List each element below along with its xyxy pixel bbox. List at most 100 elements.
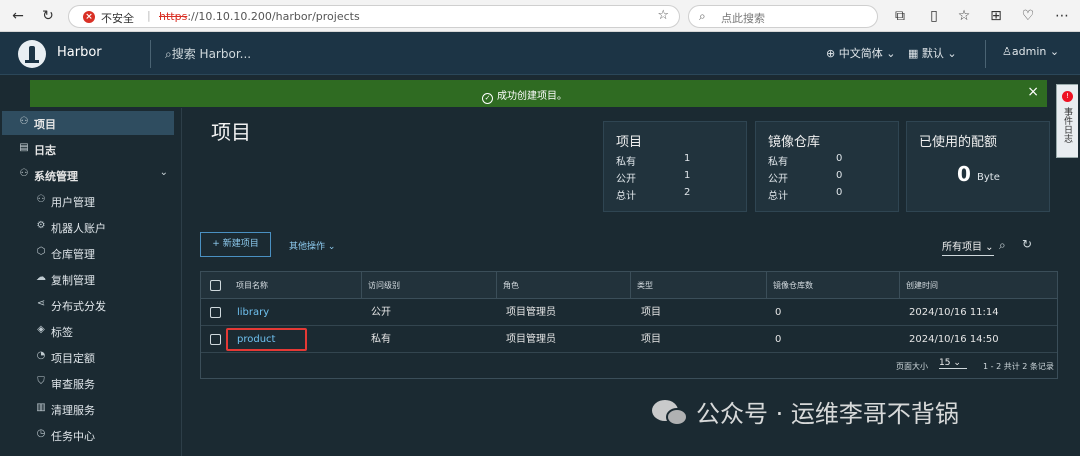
collections-icon[interactable]: ⊞ [986, 6, 1006, 26]
header-divider [985, 40, 986, 68]
repo-count: 0 [775, 334, 782, 345]
row-checkbox[interactable] [210, 334, 221, 345]
close-icon[interactable]: × [1027, 84, 1039, 100]
clean-icon: ▥ [36, 402, 46, 413]
distribution-icon: ⋖ [36, 298, 46, 309]
banner-text: 成功创建项目。 [497, 91, 567, 102]
sidebar-item-admin[interactable]: ⚇ 系统管理 ⌄ [2, 163, 174, 187]
chevron-down-icon: ⌄ [982, 242, 994, 253]
event-log-label: 事件日志 [1062, 107, 1072, 143]
sidebar-item-registries[interactable]: ⬡ 仓库管理 [2, 240, 174, 264]
chevron-down-icon: ⌄ [159, 167, 168, 178]
sidebar-item-label: 日志 [34, 144, 56, 157]
card-title: 项目 [616, 135, 643, 150]
browser-search[interactable]: ⌕ 点此搜索 [688, 5, 878, 28]
tag-icon: ◈ [37, 324, 45, 335]
total-label: 总计 [616, 191, 636, 202]
sidebar-item-clean[interactable]: ▥ 清理服务 [2, 396, 174, 420]
project-name-link[interactable]: library [237, 299, 269, 326]
favorites-icon[interactable]: ☆ [954, 6, 974, 26]
browser-search-placeholder: 点此搜索 [721, 12, 765, 25]
project-filter-select[interactable]: 所有项目 ⌄ [942, 238, 994, 256]
card-title: 已使用的配额 [919, 135, 998, 150]
table-row[interactable]: library 公开 项目管理员 项目 0 2024/10/16 11:14 [201, 299, 1057, 326]
column-header-repo-count[interactable]: 镜像仓库数 [766, 272, 813, 299]
column-header-role[interactable]: 角色 [496, 272, 519, 299]
sidebar-item-projects[interactable]: ⚇ 项目 [2, 111, 174, 135]
sidebar-item-users[interactable]: ⚇ 用户管理 [2, 188, 174, 212]
favorite-star-icon[interactable]: ☆ [657, 8, 669, 23]
page-size-value: 15 [939, 358, 951, 368]
event-log-tab[interactable]: ! 事件日志 [1056, 84, 1078, 158]
user-name: admin [1011, 45, 1047, 58]
banner-message: ✓ 成功创建项目。 [482, 87, 567, 104]
globe-icon: ⊕ [826, 47, 839, 60]
sidebar-item-label: 审查服务 [51, 378, 95, 391]
user-menu[interactable]: ♙admin ⌄ [1002, 45, 1059, 58]
page-size-label: 页面大小 [896, 362, 928, 371]
brand-name[interactable]: Harbor [57, 45, 102, 60]
theme-selector[interactable]: ▦ 默认 ⌄ [908, 45, 957, 61]
page-size-select[interactable]: 15 ⌄ [939, 358, 967, 369]
select-all-checkbox[interactable] [210, 280, 221, 291]
sidebar-item-label: 标签 [51, 326, 73, 339]
private-label: 私有 [768, 157, 788, 168]
sidebar-item-jobs[interactable]: ◷ 任务中心 [2, 422, 174, 446]
split-screen-icon[interactable]: ▯ [924, 6, 944, 26]
address-bar[interactable]: × 不安全 | https://10.10.10.200/harbor/proj… [68, 5, 680, 28]
quota-unit: Byte [977, 172, 1000, 183]
project-filter-value: 所有项目 [942, 242, 982, 253]
sidebar-item-quotas[interactable]: ◔ 项目定额 [2, 344, 174, 368]
creation-time: 2024/10/16 14:50 [909, 334, 999, 345]
access-level: 公开 [371, 307, 391, 318]
back-icon[interactable]: ← [8, 6, 28, 26]
alert-badge: ! [1062, 91, 1073, 102]
admin-icon: ⚇ [19, 168, 29, 179]
watermark-text: 公众号 · 运维李哥不背锅 [696, 400, 959, 428]
page-title: 项目 [211, 120, 251, 144]
role: 项目管理员 [506, 334, 556, 345]
search-icon: ⌕ [165, 47, 172, 61]
calendar-icon: ▦ [908, 47, 922, 60]
harbor-logo-icon[interactable] [18, 40, 46, 68]
total-row: 总计 0 [768, 187, 888, 203]
role: 项目管理员 [506, 307, 556, 318]
sidebar-item-label: 分布式分发 [51, 300, 106, 313]
chevron-down-icon: ⌄ [943, 47, 957, 60]
extensions-icon[interactable]: ⧉ [890, 6, 910, 26]
public-value: 1 [684, 170, 691, 181]
more-menu-icon[interactable]: ⋯ [1052, 6, 1072, 26]
global-search[interactable]: ⌕搜索 Harbor... [165, 45, 251, 62]
more-actions-dropdown[interactable]: 其他操作 ⌄ [289, 239, 335, 252]
search-icon[interactable]: ⌕ [999, 238, 1006, 253]
column-header-created[interactable]: 创建时间 [899, 272, 938, 299]
column-header-name[interactable]: 项目名称 [236, 272, 268, 299]
project-type: 项目 [641, 307, 661, 318]
sidebar-item-distribution[interactable]: ⋖ 分布式分发 [2, 292, 174, 316]
column-header-access[interactable]: 访问级别 [361, 272, 400, 299]
row-checkbox[interactable] [210, 307, 221, 318]
total-value: 2 [684, 187, 691, 198]
language-selector[interactable]: ⊕ 中文简体 ⌄ [826, 45, 895, 61]
refresh-icon[interactable]: ↻ [1022, 237, 1032, 251]
registry-icon: ⬡ [36, 246, 46, 257]
column-header-type[interactable]: 类型 [630, 272, 653, 299]
sidebar-item-replications[interactable]: ☁ 复制管理 [2, 266, 174, 290]
address-separator: | [147, 9, 151, 22]
sidebar: ⚇ 项目 ▤ 日志 ⚇ 系统管理 ⌄ ⚇ 用户管理 ⚙ 机器人账户 ⬡ 仓库管理… [0, 108, 182, 456]
browser-essentials-icon[interactable]: ♡ [1018, 6, 1038, 26]
sidebar-item-logs[interactable]: ▤ 日志 [2, 137, 174, 161]
theme-label: 默认 [921, 47, 944, 60]
sidebar-item-labels[interactable]: ◈ 标签 [2, 318, 174, 342]
sidebar-item-scanners[interactable]: ⛉ 审查服务 [2, 370, 174, 394]
language-label: 中文简体 [838, 47, 883, 60]
reload-icon[interactable]: ↻ [38, 6, 58, 26]
sidebar-item-robots[interactable]: ⚙ 机器人账户 [2, 214, 174, 238]
table-row[interactable]: product 私有 项目管理员 项目 0 2024/10/16 14:50 [201, 326, 1057, 353]
search-icon: ⌕ [699, 9, 706, 23]
url-text[interactable]: https://10.10.10.200/harbor/projects [159, 10, 360, 23]
new-project-button[interactable]: + 新建项目 [200, 232, 271, 257]
sidebar-item-label: 用户管理 [51, 196, 95, 209]
user-icon: ♙ [1002, 45, 1012, 58]
sidebar-item-label: 复制管理 [51, 274, 95, 287]
